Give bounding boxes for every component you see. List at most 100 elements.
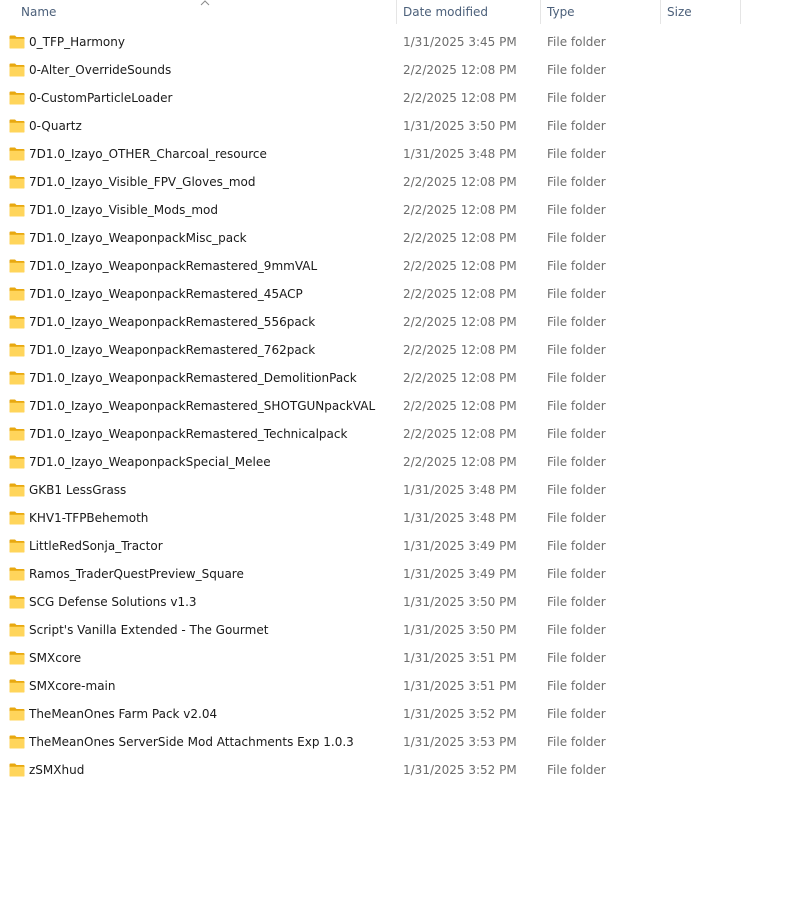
file-row-24[interactable]: SMXcore-main 1/31/2025 3:51 PM File fold… [0, 672, 805, 700]
file-row-21[interactable]: SCG Defense Solutions v1.3 1/31/2025 3:5… [0, 588, 805, 616]
file-name: 7D1.0_Izayo_WeaponpackRemastered_Technic… [29, 427, 348, 441]
file-date-modified: 1/31/2025 3:52 PM [403, 763, 517, 777]
file-name: SMXcore [29, 651, 82, 665]
file-row-5[interactable]: 7D1.0_Izayo_OTHER_Charcoal_resource 1/31… [0, 140, 805, 168]
file-row-15[interactable]: 7D1.0_Izayo_WeaponpackRemastered_Technic… [0, 420, 805, 448]
file-name: Script's Vanilla Extended - The Gourmet [29, 623, 269, 637]
file-date-modified: 1/31/2025 3:50 PM [403, 595, 517, 609]
file-row-26[interactable]: TheMeanOnes ServerSide Mod Attachments E… [0, 728, 805, 756]
file-name: 7D1.0_Izayo_WeaponpackRemastered_45ACP [29, 287, 303, 301]
file-size [667, 308, 741, 336]
file-name: SMXcore-main [29, 679, 116, 693]
file-date-modified: 2/2/2025 12:08 PM [403, 287, 517, 301]
file-date-modified: 1/31/2025 3:45 PM [403, 35, 517, 49]
file-name: 7D1.0_Izayo_Visible_FPV_Gloves_mod [29, 175, 256, 189]
folder-icon [9, 147, 25, 161]
file-row-27[interactable]: zSMXhud 1/31/2025 3:52 PM File folder [0, 756, 805, 784]
file-size [667, 756, 741, 784]
file-row-10[interactable]: 7D1.0_Izayo_WeaponpackRemastered_45ACP 2… [0, 280, 805, 308]
file-type: File folder [547, 595, 606, 609]
file-date-modified: 1/31/2025 3:49 PM [403, 539, 517, 553]
file-size [667, 364, 741, 392]
file-date-modified: 2/2/2025 12:08 PM [403, 91, 517, 105]
file-type: File folder [547, 707, 606, 721]
file-size [667, 112, 741, 140]
file-row-22[interactable]: Script's Vanilla Extended - The Gourmet … [0, 616, 805, 644]
file-row-7[interactable]: 7D1.0_Izayo_Visible_Mods_mod 2/2/2025 12… [0, 196, 805, 224]
file-date-modified: 1/31/2025 3:52 PM [403, 707, 517, 721]
file-date-modified: 1/31/2025 3:53 PM [403, 735, 517, 749]
file-name: 0-Quartz [29, 119, 82, 133]
column-header-size[interactable]: Size [661, 0, 741, 24]
file-row-25[interactable]: TheMeanOnes Farm Pack v2.04 1/31/2025 3:… [0, 700, 805, 728]
file-name: 0-Alter_OverrideSounds [29, 63, 172, 77]
file-size [667, 140, 741, 168]
file-name: SCG Defense Solutions v1.3 [29, 595, 197, 609]
file-row-17[interactable]: GKB1 LessGrass 1/31/2025 3:48 PM File fo… [0, 476, 805, 504]
file-size [667, 476, 741, 504]
folder-icon [9, 763, 25, 777]
file-name: 7D1.0_Izayo_WeaponpackRemastered_762pack [29, 343, 316, 357]
file-row-20[interactable]: Ramos_TraderQuestPreview_Square 1/31/202… [0, 560, 805, 588]
file-name: 7D1.0_Izayo_WeaponpackRemastered_9mmVAL [29, 259, 318, 273]
file-type: File folder [547, 539, 606, 553]
file-name: 0_TFP_Harmony [29, 35, 125, 49]
file-size [667, 420, 741, 448]
column-header-bar: Name Date modified Type Size [0, 0, 805, 24]
file-size [667, 84, 741, 112]
file-row-4[interactable]: 0-Quartz 1/31/2025 3:50 PM File folder [0, 112, 805, 140]
column-header-type[interactable]: Type [541, 0, 660, 24]
file-size [667, 644, 741, 672]
folder-icon [9, 315, 25, 329]
folder-icon [9, 651, 25, 665]
file-row-8[interactable]: 7D1.0_Izayo_WeaponpackMisc_pack 2/2/2025… [0, 224, 805, 252]
file-type: File folder [547, 567, 606, 581]
file-type: File folder [547, 455, 606, 469]
folder-icon [9, 259, 25, 273]
file-row-3[interactable]: 0-CustomParticleLoader 2/2/2025 12:08 PM… [0, 84, 805, 112]
file-row-2[interactable]: 0-Alter_OverrideSounds 2/2/2025 12:08 PM… [0, 56, 805, 84]
file-row-19[interactable]: LittleRedSonja_Tractor 1/31/2025 3:49 PM… [0, 532, 805, 560]
file-row-16[interactable]: 7D1.0_Izayo_WeaponpackSpecial_Melee 2/2/… [0, 448, 805, 476]
file-row-18[interactable]: KHV1-TFPBehemoth 1/31/2025 3:48 PM File … [0, 504, 805, 532]
file-row-1[interactable]: 0_TFP_Harmony 1/31/2025 3:45 PM File fol… [0, 28, 805, 56]
file-date-modified: 2/2/2025 12:08 PM [403, 427, 517, 441]
folder-icon [9, 35, 25, 49]
file-date-modified: 2/2/2025 12:08 PM [403, 63, 517, 77]
file-type: File folder [547, 399, 606, 413]
file-row-6[interactable]: 7D1.0_Izayo_Visible_FPV_Gloves_mod 2/2/2… [0, 168, 805, 196]
file-size [667, 56, 741, 84]
file-type: File folder [547, 511, 606, 525]
file-size [667, 28, 741, 56]
file-size [667, 588, 741, 616]
file-type: File folder [547, 483, 606, 497]
column-header-date-modified[interactable]: Date modified [397, 0, 540, 24]
folder-icon [9, 343, 25, 357]
folder-icon [9, 427, 25, 441]
column-header-name[interactable]: Name [15, 0, 396, 24]
file-type: File folder [547, 35, 606, 49]
file-size [667, 700, 741, 728]
file-name: 0-CustomParticleLoader [29, 91, 173, 105]
file-row-11[interactable]: 7D1.0_Izayo_WeaponpackRemastered_556pack… [0, 308, 805, 336]
file-row-13[interactable]: 7D1.0_Izayo_WeaponpackRemastered_Demolit… [0, 364, 805, 392]
file-row-14[interactable]: 7D1.0_Izayo_WeaponpackRemastered_SHOTGUN… [0, 392, 805, 420]
file-row-9[interactable]: 7D1.0_Izayo_WeaponpackRemastered_9mmVAL … [0, 252, 805, 280]
file-date-modified: 2/2/2025 12:08 PM [403, 231, 517, 245]
file-size [667, 448, 741, 476]
file-name: 7D1.0_Izayo_WeaponpackSpecial_Melee [29, 455, 271, 469]
file-date-modified: 2/2/2025 12:08 PM [403, 455, 517, 469]
folder-icon [9, 735, 25, 749]
file-row-12[interactable]: 7D1.0_Izayo_WeaponpackRemastered_762pack… [0, 336, 805, 364]
folder-icon [9, 371, 25, 385]
file-type: File folder [547, 623, 606, 637]
folder-icon [9, 679, 25, 693]
folder-icon [9, 567, 25, 581]
file-name: 7D1.0_Izayo_OTHER_Charcoal_resource [29, 147, 267, 161]
file-type: File folder [547, 259, 606, 273]
column-divider-size[interactable] [740, 0, 741, 24]
file-row-23[interactable]: SMXcore 1/31/2025 3:51 PM File folder [0, 644, 805, 672]
file-name: TheMeanOnes ServerSide Mod Attachments E… [29, 735, 354, 749]
file-name: 7D1.0_Izayo_WeaponpackRemastered_556pack [29, 315, 316, 329]
file-name: 7D1.0_Izayo_WeaponpackMisc_pack [29, 231, 247, 245]
